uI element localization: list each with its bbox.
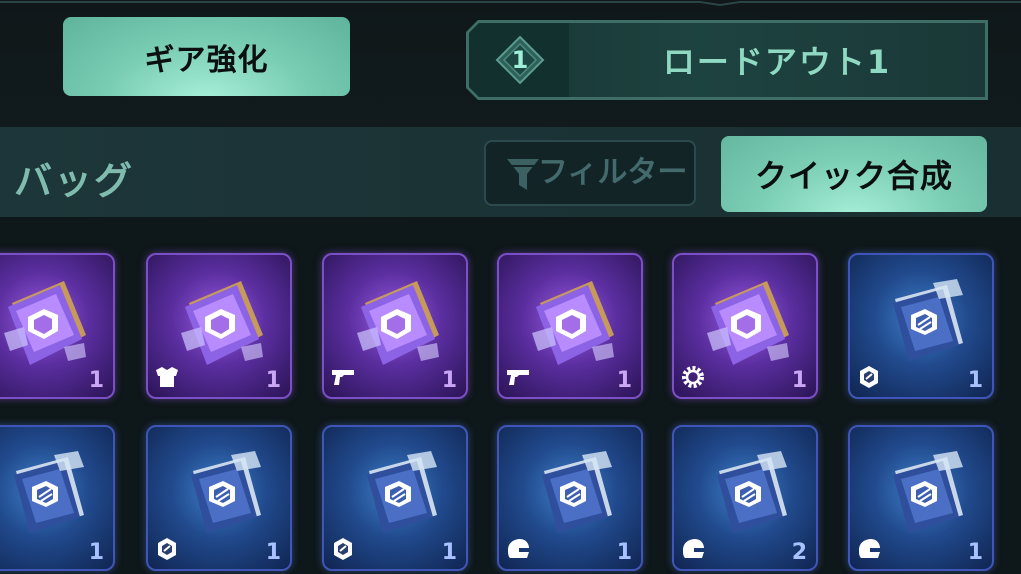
item-count: 1 <box>441 540 457 565</box>
item-count: 1 <box>441 368 457 393</box>
filter-button[interactable]: フィルター <box>484 140 696 206</box>
item-count: 1 <box>967 540 983 565</box>
loadout-number: 1 <box>511 46 529 74</box>
gear-enhance-label: ギア強化 <box>144 42 269 78</box>
loadout-panel: 1 ロードアウト1 <box>469 23 985 97</box>
quick-synthesis-button[interactable]: クイック合成 <box>721 136 987 212</box>
item-count: 1 <box>265 540 281 565</box>
loadout-label: ロードアウト1 <box>662 43 892 81</box>
helmet-icon <box>856 536 882 562</box>
item-card[interactable]: 1 <box>0 425 115 571</box>
purple-blueprint-icon <box>171 273 271 373</box>
item-count: 1 <box>88 540 104 565</box>
purple-blueprint-icon <box>347 273 447 373</box>
cog-icon <box>680 364 706 390</box>
item-card[interactable]: 1 <box>672 253 818 399</box>
item-count: 1 <box>265 368 281 393</box>
gem-icon <box>154 536 180 562</box>
item-card[interactable]: 1 <box>497 253 643 399</box>
item-card[interactable]: 1 <box>0 253 115 399</box>
helmet-icon <box>505 536 531 562</box>
blue-blueprint-icon <box>697 445 797 545</box>
gun-icon <box>505 364 531 390</box>
item-count: 1 <box>791 368 807 393</box>
gear-enhance-button[interactable]: ギア強化 <box>63 17 350 96</box>
bag-title: バッグ <box>14 159 135 203</box>
blue-blueprint-icon <box>171 445 271 545</box>
item-count: 2 <box>791 540 807 565</box>
item-card[interactable]: 1 <box>848 425 994 571</box>
top-divider <box>0 1 1021 6</box>
item-count: 1 <box>616 368 632 393</box>
blue-blueprint-icon <box>873 273 973 373</box>
item-card[interactable]: 1 <box>322 425 468 571</box>
item-card[interactable]: 2 <box>672 425 818 571</box>
blue-blueprint-icon <box>0 445 94 545</box>
filter-label: フィルター <box>538 155 688 190</box>
item-count: 1 <box>88 368 104 393</box>
item-card[interactable]: 1 <box>322 253 468 399</box>
purple-blueprint-icon <box>0 273 94 373</box>
item-card[interactable]: 1 <box>848 253 994 399</box>
item-count: 1 <box>616 540 632 565</box>
blue-blueprint-icon <box>873 445 973 545</box>
armor-icon <box>154 364 180 390</box>
helmet-icon <box>680 536 706 562</box>
item-card[interactable]: 1 <box>146 425 292 571</box>
gem-icon <box>330 536 356 562</box>
purple-blueprint-icon <box>522 273 622 373</box>
loadout-selector[interactable]: 1 ロードアウト1 <box>466 20 988 100</box>
item-card[interactable]: 1 <box>146 253 292 399</box>
shoe-icon <box>0 364 3 390</box>
funnel-icon <box>507 159 539 190</box>
item-card[interactable]: 1 <box>497 425 643 571</box>
quick-synthesis-label: クイック合成 <box>754 157 953 195</box>
gem-icon <box>0 536 3 562</box>
blue-blueprint-icon <box>347 445 447 545</box>
gun-icon <box>330 364 356 390</box>
blue-blueprint-icon <box>522 445 622 545</box>
purple-blueprint-icon <box>697 273 797 373</box>
item-count: 1 <box>967 368 983 393</box>
gem-icon <box>856 364 882 390</box>
